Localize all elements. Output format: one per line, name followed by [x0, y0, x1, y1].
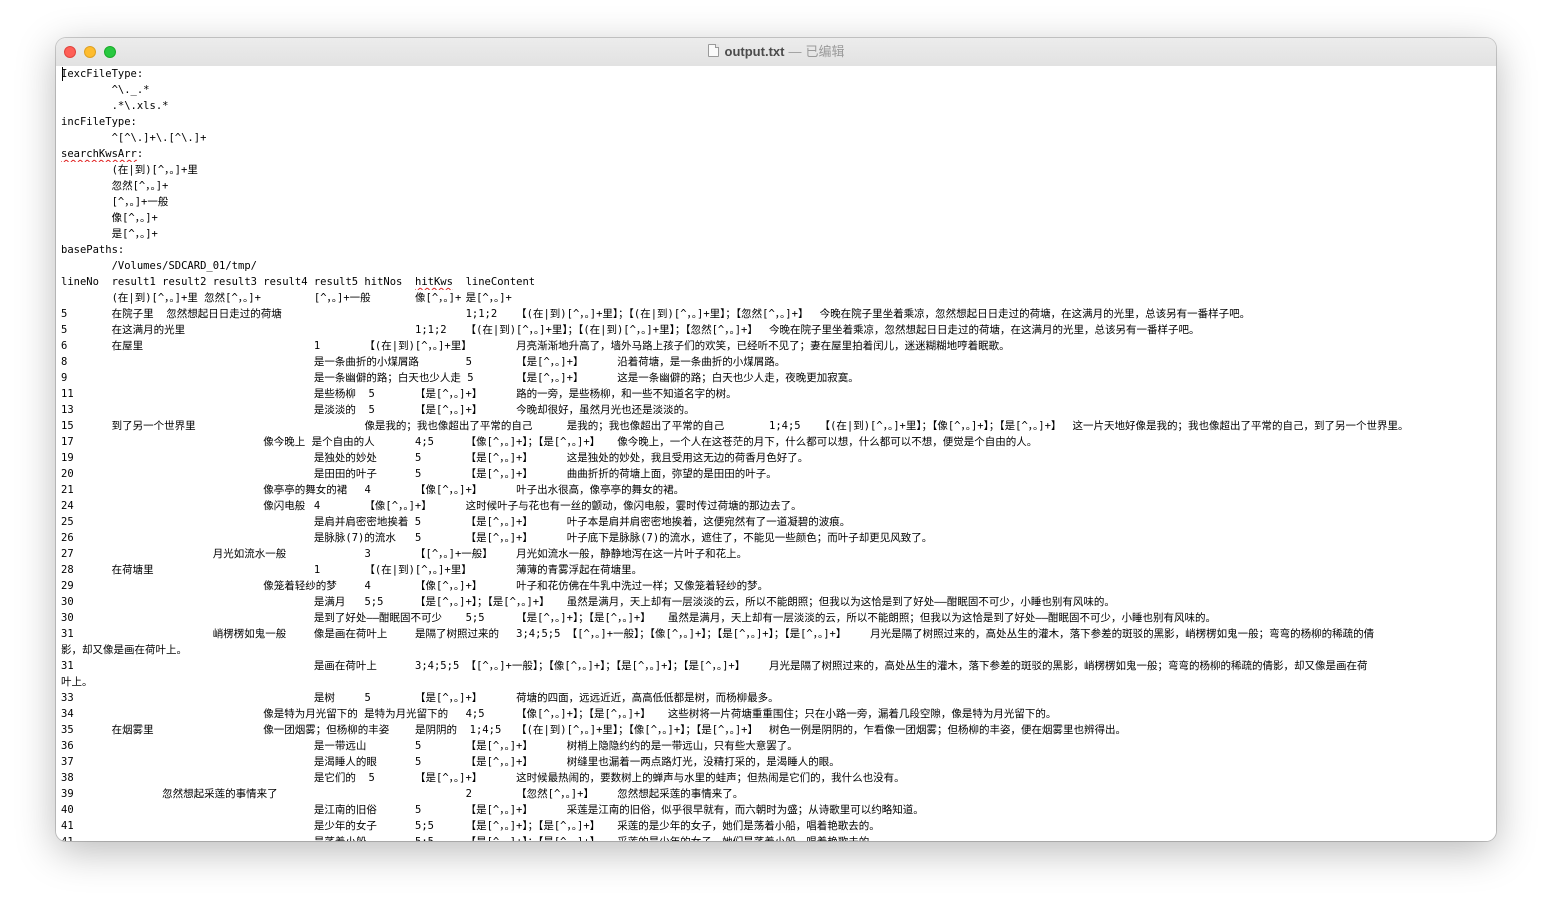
text-line: 24 像闪电般 4 【像[^，。]+】 这时候叶子与花也有一丝的颤动，像闪电般，… — [61, 500, 802, 512]
text-line: 9 是一条幽僻的路；白天也少人走 5 【是[^，。]+】 这是一条幽僻的路；白天… — [61, 372, 859, 384]
text-line: 31 峭楞楞如鬼一般 像是画在荷叶上 是隔了树照过来的 3;4;5;5 【[^，… — [61, 628, 1375, 640]
text-line: 28 在荷塘里 1 【(在|到)[^，。]+里】 薄薄的青雾浮起在荷塘里。 — [61, 564, 643, 576]
text-line: searchKwsArr: — [61, 148, 144, 160]
text-line: (在|到)[^，。]+里 — [61, 164, 198, 176]
text-line: 35 在烟雾里 像一团烟雾；但杨柳的丰姿 是阴阴的 1;4;5 【(在|到)[^… — [61, 724, 1127, 736]
window-title-status: 已编辑 — [805, 44, 845, 59]
text-line: 忽然[^，。]+ — [61, 180, 169, 192]
text-line: 叶上。 — [61, 676, 93, 688]
text-line: 27 月光如流水一般 3 【[^，。]+一般】 月光如流水一般，静静地泻在这一片… — [61, 548, 748, 560]
text-line: 41 是荡着小船 5;5 【是[^，。]+】；【是[^，。]+】 采莲的是少年的… — [61, 834, 1496, 841]
text-line: incFileType: — [61, 116, 137, 128]
text-cursor — [62, 67, 63, 81]
text-line: 5 在这满月的光里 1;1;2 【(在|到)[^，。]+里】；【(在|到)[^，… — [61, 324, 1200, 336]
text-line: 13 是淡淡的 5 【是[^，。]+】 今晚却很好，虽然月光也还是淡淡的。 — [61, 404, 695, 416]
title-bar[interactable]: output.txt — 已编辑 — [56, 38, 1496, 67]
text-line: 40 是江南的旧俗 5 【是[^，。]+】 采莲是江南的旧俗，似乎很早就有，而六… — [61, 804, 924, 816]
text-line: 是[^，。]+ — [61, 228, 158, 240]
text-line: 31 是画在荷叶上 3;4;5;5 【[^，。]+一般】；【像[^，。]+】；【… — [61, 660, 1368, 672]
text-line: 30 是到了好处——酣眠固不可少 5;5 【是[^，。]+】；【是[^，。]+】… — [61, 612, 1217, 624]
window-title: output.txt — 已编辑 — [56, 38, 1496, 66]
text-line: 37 是渴睡人的眼 5 【是[^，。]+】 树缝里也漏着一两点路灯光，没精打采的… — [61, 756, 840, 768]
text-line: 26 是脉脉(7)的流水 5 【是[^，。]+】 叶子底下是脉脉(7)的流水，遮… — [61, 532, 933, 544]
text-line: 21 像亭亭的舞女的裙 4 【像[^，。]+】 叶子出水很高，像亭亭的舞女的裙。 — [61, 484, 685, 496]
text-line: IexcFileType: — [61, 68, 144, 80]
text-line: 像[^，。]+ — [61, 212, 158, 224]
text-line: basePaths: — [61, 244, 125, 256]
text-line: [^，。]+一般 — [61, 196, 169, 208]
text-line: 38 是它们的 5 【是[^，。]+】 这时候最热闹的，要数树上的蝉声与水里的蛙… — [61, 772, 905, 784]
text-line: 6 在屋里 1 【(在|到)[^，。]+里】 月亮渐渐地升高了，墙外马路上孩子们… — [61, 340, 1010, 352]
text-line: 17 像今晚上 是个自由的人 4;5 【像[^，。]+】；【是[^，。]+】 像… — [61, 436, 1038, 448]
text-line: 15 到了另一个世界里 像是我的；我也像超出了平常的自己 是我的；我也像超出了平… — [61, 420, 1409, 432]
text-editor-window: output.txt — 已编辑 IexcFileType: ^\._.* .*\.… — [56, 38, 1496, 841]
window-title-separator: — — [788, 44, 802, 59]
text-line: .*\.xls.* — [61, 100, 169, 112]
window-title-filename: output.txt — [724, 44, 785, 59]
document-icon — [707, 44, 719, 57]
text-line: 30 是满月 5;5 【是[^，。]+】；【是[^，。]+】 虽然是满月，天上却… — [61, 596, 1115, 608]
text-line: 33 是树 5 【是[^，。]+】 荷塘的四面，远远近近，高高低低都是树，而杨柳… — [61, 692, 779, 704]
text-editor-area[interactable]: IexcFileType: ^\._.* .*\.xls.* incFileTyp… — [56, 66, 1496, 841]
text-content[interactable]: IexcFileType: ^\._.* .*\.xls.* incFileTyp… — [56, 66, 1496, 841]
text-line: /Volumes/SDCARD_01/tmp/ — [61, 260, 257, 272]
text-line: ^[^\.]+\.[^\.]+ — [61, 132, 207, 144]
misspelled-word: searchKwsArr — [61, 148, 137, 160]
text-line: 34 像是特为月光留下的 是特为月光留下的 4;5 【像[^，。]+】；【是[^… — [61, 708, 1057, 720]
text-line: 36 是一带远山 5 【是[^，。]+】 树梢上隐隐约约的是一带远山，只有些大意… — [61, 740, 798, 752]
text-line: 影，却又像是画在荷叶上。 — [61, 644, 187, 656]
text-line: ^\._.* — [61, 84, 150, 96]
text-line: (在|到)[^，。]+里 忽然[^，。]+ [^，。]+一般 像[^，。]+ 是… — [61, 292, 512, 304]
text-line: 20 是田田的叶子 5 【是[^，。]+】 曲曲折折的荷塘上面，弥望的是田田的叶… — [61, 468, 777, 480]
text-line: 39 忽然想起采莲的事情来了 2 【忽然[^，。]+】 忽然想起采莲的事情来了。 — [61, 788, 744, 800]
text-line: 41 是少年的女子 5;5 【是[^，。]+】；【是[^，。]+】 采莲的是少年… — [61, 820, 880, 832]
text-line: 19 是独处的妙处 5 【是[^，。]+】 这是独处的妙处，我且受用这无边的荷香… — [61, 452, 809, 464]
misspelled-word: hitKws — [415, 276, 453, 288]
text-line: 29 像笼着轻纱的梦 4 【像[^，。]+】 叶子和花仿佛在牛乳中洗过一样；又像… — [61, 580, 769, 592]
text-line: 8 是一条曲折的小煤屑路 5 【是[^，。]+】 沿着荷塘，是一条曲折的小煤屑路… — [61, 356, 786, 368]
text-line: 11 是些杨柳 5 【是[^，。]+】 路的一旁，是些杨柳，和一些不知道名字的树… — [61, 388, 737, 400]
text-line: 5 在院子里 忽然想起日日走过的荷塘 1;1;2 【(在|到)[^，。]+里】；… — [61, 308, 1251, 320]
text-line: 25 是肩并肩密密地挨着 5 【是[^，。]+】 叶子本是肩并肩密密地挨着，这便… — [61, 516, 851, 528]
text-line: lineNo result1 result2 result3 result4 r… — [61, 276, 536, 288]
